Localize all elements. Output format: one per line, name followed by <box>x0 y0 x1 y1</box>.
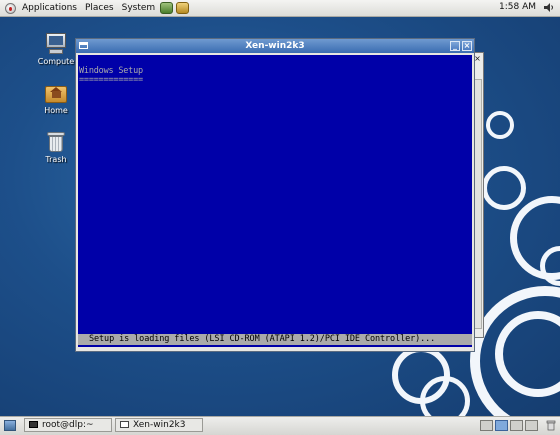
trash-icon <box>46 131 66 153</box>
web-browser-launcher-icon[interactable] <box>160 2 174 14</box>
minimize-button[interactable]: _ <box>450 41 460 51</box>
taskbar-item-label: Xen-win2k3 <box>133 420 186 430</box>
workspace-3[interactable] <box>510 420 523 431</box>
close-button[interactable]: × <box>462 41 472 51</box>
window-title: Xen-win2k3 <box>245 41 305 51</box>
panel-clock[interactable]: 1:58 AM <box>499 0 536 15</box>
menu-applications[interactable]: Applications <box>20 1 79 16</box>
scrollbar[interactable] <box>474 79 482 329</box>
setup-status-bar: Setup is loading files (LSI CD-ROM (ATAP… <box>78 334 472 345</box>
window-menu-icon[interactable] <box>79 42 88 49</box>
taskbar-item-vm[interactable]: Xen-win2k3 <box>115 418 203 432</box>
home-folder-icon <box>44 82 68 104</box>
terminal-icon <box>29 421 38 428</box>
taskbar-item-terminal[interactable]: root@dlp:~ <box>24 418 112 432</box>
vm-console-screen[interactable]: Windows Setup ============= Setup is loa… <box>78 55 472 347</box>
menu-places[interactable]: Places <box>83 1 116 16</box>
show-desktop-icon[interactable] <box>4 420 16 431</box>
wallpaper-swirl <box>482 166 526 210</box>
trash-applet-icon[interactable] <box>546 420 556 431</box>
menu-system[interactable]: System <box>120 1 158 16</box>
computer-icon <box>44 33 68 55</box>
wallpaper-swirl <box>420 376 470 416</box>
wallpaper-swirl <box>486 111 514 139</box>
top-panel: Applications Places System 1:58 AM <box>0 0 560 17</box>
setup-heading-underline: ============= <box>79 75 143 85</box>
workspace-2[interactable] <box>495 420 508 431</box>
email-launcher-icon[interactable] <box>176 2 190 14</box>
volume-icon[interactable] <box>544 3 554 12</box>
workspace-4[interactable] <box>525 420 538 431</box>
window-icon <box>120 421 129 428</box>
taskbar-item-label: root@dlp:~ <box>42 420 94 430</box>
workspace-1[interactable] <box>480 420 493 431</box>
window-titlebar[interactable]: Xen-win2k3 _ × <box>76 39 474 53</box>
gnome-foot-icon[interactable] <box>5 2 16 14</box>
vm-window: Xen-win2k3 _ × Windows Setup ===========… <box>75 38 475 352</box>
bottom-panel: root@dlp:~ Xen-win2k3 <box>0 416 560 435</box>
